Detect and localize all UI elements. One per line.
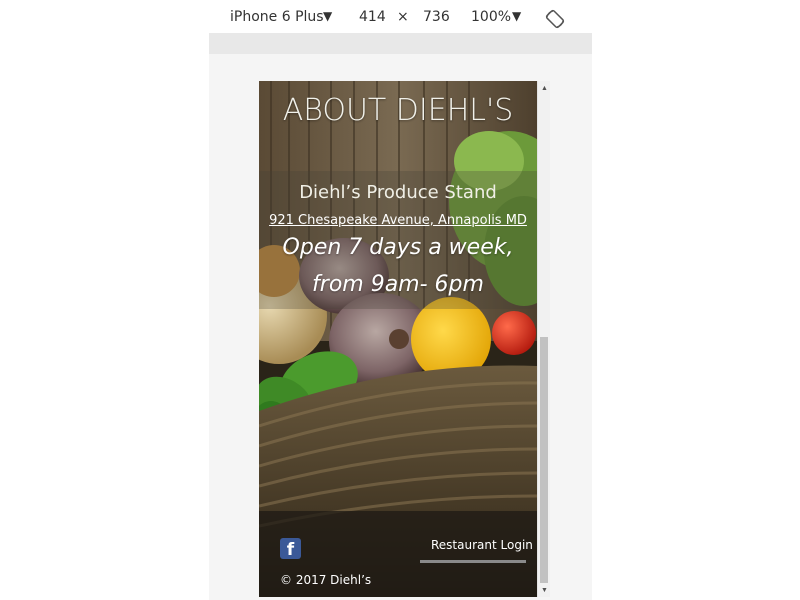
zoom-select[interactable]: 100% (471, 9, 511, 25)
device-dropdown-caret-icon[interactable]: ▼ (323, 9, 332, 23)
phone-viewport: ABOUT DIEHL'S Diehl’s Produce Stand 921 … (259, 81, 537, 597)
hours-text-line-2: from 9am- 6pm (312, 272, 484, 297)
device-toolbar: iPhone 6 Plus ▼ 414 × 736 100% ▼ (209, 0, 592, 33)
restaurant-login-link[interactable]: Restaurant Login (431, 538, 533, 552)
page-title: ABOUT DIEHL'S (282, 93, 514, 128)
facebook-icon[interactable]: f (280, 538, 301, 559)
copyright-text: © 2017 Diehl’s (280, 573, 372, 587)
scroll-down-arrow-icon[interactable]: ▼ (541, 587, 548, 594)
scroll-up-arrow-icon[interactable]: ▲ (541, 85, 548, 92)
device-select[interactable]: iPhone 6 Plus (230, 9, 324, 25)
scrollbar-thumb[interactable] (540, 337, 548, 583)
page-scrollbar[interactable]: ▲ ▼ (537, 81, 550, 597)
produce-basket-background-image (259, 81, 537, 597)
media-query-bar (209, 33, 592, 54)
dimension-separator: × (397, 9, 409, 25)
hours-text-line-1: Open 7 days a week, (282, 235, 514, 260)
address-link[interactable]: 921 Chesapeake Avenue, Annapolis MD (259, 213, 537, 228)
login-underline (420, 560, 526, 563)
viewport-height-field[interactable]: 736 (423, 9, 450, 25)
viewport-width-field[interactable]: 414 (359, 9, 386, 25)
stand-name-heading: Diehl’s Produce Stand (299, 182, 497, 203)
rotate-icon[interactable] (545, 9, 565, 29)
zoom-dropdown-caret-icon[interactable]: ▼ (512, 9, 521, 23)
